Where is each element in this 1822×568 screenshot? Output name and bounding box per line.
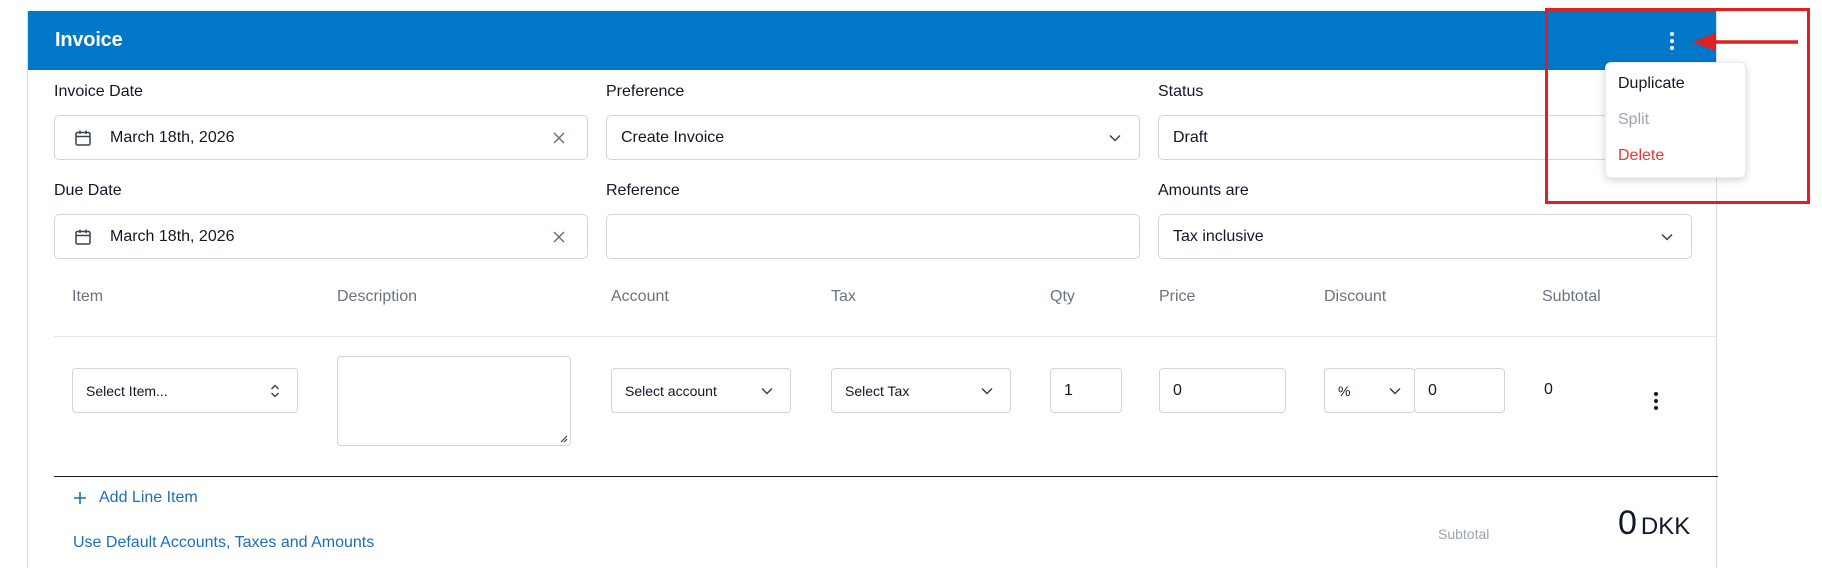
discount-value-input[interactable]: 0	[1414, 368, 1505, 413]
page-title: Invoice	[55, 29, 123, 51]
column-header-item: Item	[72, 288, 104, 305]
column-header-price: Price	[1159, 288, 1196, 305]
account-select-value: Select account	[625, 382, 717, 399]
reference-input[interactable]	[606, 214, 1140, 259]
preference-value: Create Invoice	[621, 128, 725, 146]
tax-select[interactable]: Select Tax	[831, 368, 1011, 413]
subtotal-label: Subtotal	[1438, 526, 1490, 542]
kebab-icon	[1654, 392, 1658, 410]
header-divider	[54, 336, 1718, 337]
invoice-date-value: March 18th, 2026	[110, 128, 235, 146]
chevron-down-icon	[981, 387, 993, 395]
column-header-account: Account	[611, 288, 669, 305]
column-header-tax: Tax	[831, 288, 856, 305]
clear-icon[interactable]	[552, 131, 566, 145]
status-label: Status	[1158, 83, 1204, 100]
calendar-icon	[75, 229, 91, 245]
chevron-down-icon	[761, 387, 773, 395]
account-select[interactable]: Select account	[611, 368, 791, 413]
amounts-are-label: Amounts are	[1158, 182, 1249, 199]
reference-label: Reference	[606, 182, 680, 199]
calendar-icon	[75, 130, 91, 146]
column-header-description: Description	[337, 288, 418, 305]
item-select[interactable]: Select Item...	[72, 368, 298, 413]
subtotal-number: 0	[1618, 504, 1637, 542]
table-bottom-divider	[54, 476, 1718, 477]
invoice-date-field[interactable]: March 18th, 2026	[54, 115, 588, 160]
preference-select[interactable]: Create Invoice	[606, 115, 1140, 160]
column-header-discount: Discount	[1324, 288, 1387, 305]
price-input[interactable]: 0	[1159, 368, 1286, 413]
discount-type-select[interactable]: %	[1324, 368, 1415, 413]
discount-type-value: %	[1338, 382, 1351, 399]
invoice-card: Invoice Invoice Date Preference Status M…	[27, 11, 1718, 568]
preference-label: Preference	[606, 83, 685, 100]
invoice-date-label: Invoice Date	[54, 83, 143, 100]
add-line-item-label: Add Line Item	[99, 489, 198, 506]
item-select-value: Select Item...	[86, 382, 168, 399]
chevron-down-icon	[1109, 134, 1121, 142]
column-header-qty: Qty	[1050, 288, 1075, 305]
discount-value: 0	[1428, 381, 1437, 399]
tax-select-value: Select Tax	[845, 382, 910, 399]
clear-icon[interactable]	[552, 230, 566, 244]
use-default-accounts-label: Use Default Accounts, Taxes and Amounts	[73, 534, 375, 551]
resize-handle-icon[interactable]	[558, 433, 568, 443]
due-date-value: March 18th, 2026	[110, 227, 235, 245]
qty-value: 1	[1064, 381, 1073, 399]
amounts-are-select[interactable]: Tax inclusive	[1158, 214, 1692, 259]
price-value: 0	[1173, 381, 1182, 399]
subtotal-currency: DKK	[1640, 513, 1691, 540]
column-header-subtotal: Subtotal	[1542, 288, 1601, 305]
row-subtotal: 0	[1544, 381, 1553, 398]
plus-icon	[74, 492, 86, 504]
qty-input[interactable]: 1	[1050, 368, 1122, 413]
subtotal-amount: 0 DKK	[1618, 504, 1690, 543]
use-default-accounts-link[interactable]: Use Default Accounts, Taxes and Amounts	[73, 534, 374, 552]
invoice-header: Invoice	[28, 11, 1716, 70]
due-date-label: Due Date	[54, 182, 122, 199]
row-options-button[interactable]	[1646, 386, 1666, 416]
chevron-up-down-icon	[271, 384, 279, 397]
add-line-item-button[interactable]: Add Line Item	[73, 489, 198, 507]
annotation-arrow-icon	[1692, 33, 1798, 51]
amounts-are-value: Tax inclusive	[1173, 227, 1264, 245]
chevron-down-icon	[1661, 233, 1673, 241]
description-textarea[interactable]	[337, 356, 571, 446]
chevron-down-icon	[1389, 387, 1401, 395]
due-date-field[interactable]: March 18th, 2026	[54, 214, 588, 259]
